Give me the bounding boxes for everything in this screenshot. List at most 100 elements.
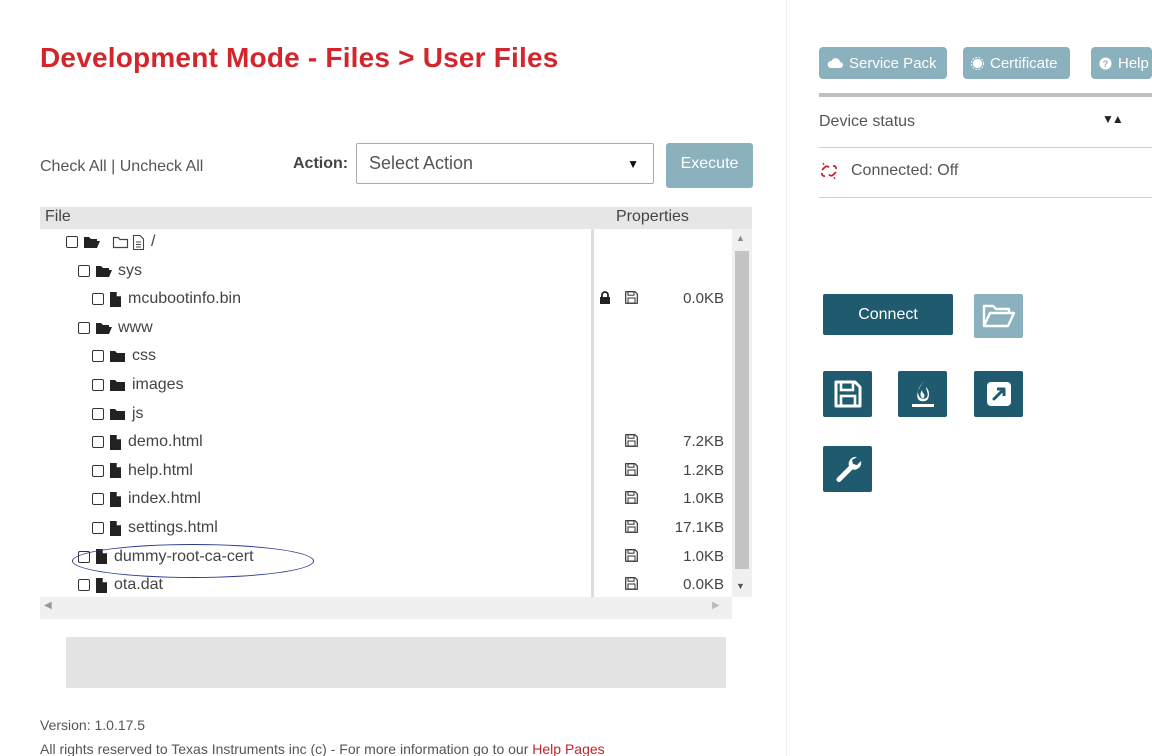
folder-row[interactable]: / [40, 229, 730, 257]
file-row[interactable]: index.html 1.0KB [40, 486, 730, 514]
tree-item-label[interactable]: images [132, 376, 184, 394]
connection-status: Connected: Off [819, 162, 958, 180]
row-checkbox[interactable] [92, 522, 104, 534]
service-pack-label: Service Pack [849, 54, 937, 72]
action-select-value: Select Action [369, 153, 474, 173]
tree-item-label[interactable]: index.html [128, 490, 201, 508]
unlink-icon [821, 162, 837, 180]
row-checkbox[interactable] [92, 464, 104, 477]
file-icon [96, 577, 107, 593]
file-size: 17.1KB [674, 519, 724, 536]
status-divider [819, 93, 1152, 97]
tree-node: mcubootinfo.bin [92, 290, 241, 308]
scroll-right-icon[interactable]: ▶ [712, 600, 720, 611]
scroll-down-icon[interactable]: ▼ [736, 581, 745, 591]
file-icon [132, 234, 145, 250]
folder-icon [110, 380, 125, 391]
file-icon [110, 463, 121, 479]
tree-node: js [92, 405, 144, 423]
wrench-icon [836, 456, 861, 482]
open-folder-button[interactable] [974, 294, 1023, 338]
file-row[interactable]: demo.html 7.2KB [40, 429, 730, 457]
file-row[interactable]: help.html 1.2KB [40, 458, 730, 486]
row-checkbox[interactable] [92, 350, 104, 363]
tree-item-label[interactable]: www [118, 319, 153, 337]
tree-item-label[interactable]: css [132, 347, 156, 365]
tree-item-label[interactable]: help.html [128, 462, 193, 480]
tree-node: settings.html [92, 519, 218, 537]
properties-column-header: Properties [616, 208, 689, 225]
folder-open-icon [96, 322, 112, 334]
flame-icon [911, 381, 934, 407]
tree-item-label[interactable]: mcubootinfo.bin [128, 290, 241, 308]
row-checkbox[interactable] [92, 436, 104, 449]
folder-row[interactable]: sys [40, 258, 730, 286]
external-link-button[interactable] [974, 371, 1023, 417]
settings-tools-button[interactable] [823, 446, 872, 492]
status-divider [819, 197, 1152, 198]
execute-button[interactable]: Execute [666, 143, 753, 188]
row-checkbox[interactable] [78, 264, 90, 277]
folder-row[interactable]: images [40, 372, 730, 400]
tree-item-label[interactable]: settings.html [128, 519, 218, 537]
tree-node: / [66, 233, 155, 251]
scroll-up-icon[interactable]: ▲ [736, 233, 745, 243]
folder-icon [110, 408, 125, 420]
panel-divider [786, 0, 787, 756]
row-checkbox[interactable] [92, 379, 104, 391]
folder-icon [110, 351, 125, 363]
row-checkbox[interactable] [78, 579, 90, 592]
floppy-disk-icon [625, 291, 638, 305]
file-size: 1.0KB [683, 490, 724, 508]
floppy-disk-icon [625, 577, 638, 591]
service-pack-button[interactable]: Service Pack [819, 47, 947, 79]
column-divider [591, 229, 594, 597]
status-divider [819, 147, 1152, 148]
help-pages-link[interactable]: Help Pages [532, 741, 604, 756]
row-checkbox[interactable] [92, 407, 104, 420]
folder-row[interactable]: js [40, 401, 730, 429]
uncheck-all-link[interactable]: Uncheck All [120, 158, 204, 175]
certificate-button[interactable]: Certificate [963, 47, 1070, 79]
tree-node: demo.html [92, 433, 203, 451]
tree-item-label[interactable]: demo.html [128, 433, 203, 451]
check-all-link[interactable]: Check All [40, 158, 107, 175]
file-row[interactable]: mcubootinfo.bin 0.0KB [40, 286, 730, 314]
file-row[interactable]: settings.html 17.1KB [40, 515, 730, 543]
chevron-down-icon: ▼ [627, 157, 639, 171]
device-status-label: Device status [819, 113, 916, 130]
tree-node: ota.dat [78, 576, 163, 594]
row-checkbox[interactable] [92, 293, 104, 306]
question-circle-icon: ? [1099, 56, 1112, 70]
footer-text: All rights reserved to Texas Instruments… [40, 741, 605, 756]
status-output-area [66, 637, 726, 688]
file-column-header: File [45, 208, 71, 225]
row-checkbox[interactable] [92, 493, 104, 506]
help-button[interactable]: ? Help [1091, 47, 1152, 79]
tree-item-label[interactable]: ota.dat [114, 576, 163, 594]
vertical-scroll-thumb[interactable] [735, 251, 749, 569]
horizontal-scrollbar[interactable]: ◀ ▶ [40, 597, 732, 619]
row-checkbox[interactable] [78, 321, 90, 334]
tree-node: index.html [92, 490, 201, 508]
burn-button[interactable] [898, 371, 947, 417]
help-label: Help [1118, 54, 1149, 72]
folder-row[interactable]: css [40, 343, 730, 371]
scroll-left-icon[interactable]: ◀ [44, 600, 52, 611]
floppy-disk-icon [625, 548, 638, 562]
external-link-icon [986, 382, 1011, 406]
floppy-disk-icon [625, 434, 638, 448]
row-checkbox[interactable] [66, 236, 78, 248]
footer-rights: All rights reserved to Texas Instruments… [40, 741, 533, 756]
tree-item-label[interactable]: sys [118, 262, 142, 280]
folder-row[interactable]: www [40, 315, 730, 343]
vertical-scrollbar[interactable]: ▲ ▼ [732, 229, 752, 597]
file-size: 0.0KB [683, 576, 724, 594]
tree-item-label[interactable]: / [151, 233, 155, 251]
tree-item-label[interactable]: js [132, 405, 144, 423]
save-button[interactable] [823, 371, 872, 417]
connect-button[interactable]: Connect [823, 294, 953, 335]
collapse-toggle-icon[interactable]: ▼▲ [1102, 112, 1124, 126]
file-icon [110, 291, 121, 307]
action-select[interactable]: Select Action ▼ [356, 143, 654, 184]
